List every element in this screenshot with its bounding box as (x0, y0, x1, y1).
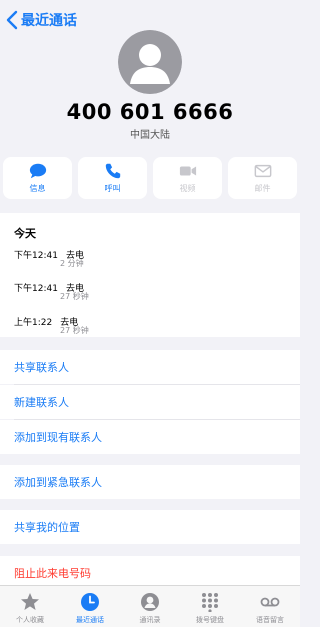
person-placeholder-icon (118, 30, 182, 94)
call-duration: 2 分钟 (60, 259, 84, 268)
back-label: 最近通话 (21, 13, 77, 29)
call-entry: 上午1:22 去电 27 秒钟 (14, 310, 89, 335)
tab-label: 语音留言 (256, 616, 284, 624)
call-time: 下午12:41 (14, 251, 58, 261)
tab-recents[interactable]: 最近通话 (60, 586, 120, 627)
call-history-card: 今天 下午12:41 去电 2 分钟 下午12:41 去电 27 秒钟 上午1:22… (0, 213, 300, 337)
contact-detail-screen: 最近通话 400 601 6666 中国大陆 信息 呼叫 视频 邮件 今天 下午… (0, 0, 300, 627)
keypad-icon (202, 593, 218, 612)
tab-bar: 个人收藏 最近通话 通讯录 拨号键盘 语音留言 (0, 585, 300, 627)
chevron-left-icon (6, 10, 18, 30)
message-label: 信息 (29, 184, 46, 193)
mail-button[interactable]: 邮件 (228, 157, 297, 199)
phone-number: 400 601 6666 (66, 100, 234, 124)
video-label: 视频 (179, 184, 196, 193)
video-button[interactable]: 视频 (153, 157, 222, 199)
message-icon (29, 163, 46, 179)
person-icon (141, 593, 159, 611)
call-duration: 27 秒钟 (60, 292, 89, 301)
call-entry: 下午12:41 去电 2 分钟 (14, 243, 84, 268)
call-entry: 下午12:41 去电 27 秒钟 (14, 276, 89, 301)
clock-icon (81, 593, 99, 611)
call-duration: 27 秒钟 (60, 326, 89, 335)
voicemail-icon (260, 597, 280, 607)
mail-icon (254, 164, 271, 178)
tab-label: 通讯录 (139, 616, 161, 624)
call-label: 呼叫 (104, 184, 121, 193)
add-to-emergency-contact-row[interactable]: 添加到紧急联系人 (0, 465, 300, 499)
tab-contacts[interactable]: 通讯录 (120, 586, 180, 627)
call-time: 上午1:22 (14, 318, 53, 328)
phone-icon (105, 163, 120, 179)
back-button[interactable]: 最近通话 (6, 10, 77, 30)
add-to-existing-contact-row[interactable]: 添加到现有联系人 (0, 420, 300, 454)
region-label: 中国大陆 (130, 130, 170, 141)
new-contact-row[interactable]: 新建联系人 (0, 385, 300, 419)
star-icon (21, 593, 39, 610)
message-button[interactable]: 信息 (3, 157, 72, 199)
share-contact-row[interactable]: 共享联系人 (0, 350, 300, 384)
tab-favorites[interactable]: 个人收藏 (0, 586, 60, 627)
call-time: 下午12:41 (14, 284, 58, 294)
history-date-title: 今天 (14, 227, 36, 240)
tab-label: 个人收藏 (16, 616, 44, 624)
video-icon (179, 166, 196, 176)
tab-voicemail[interactable]: 语音留言 (240, 586, 300, 627)
mail-label: 邮件 (254, 184, 271, 193)
tab-label: 拨号键盘 (196, 616, 224, 624)
call-button[interactable]: 呼叫 (78, 157, 147, 199)
tab-keypad[interactable]: 拨号键盘 (180, 586, 240, 627)
share-location-row[interactable]: 共享我的位置 (0, 510, 300, 544)
tab-label: 最近通话 (76, 616, 104, 624)
avatar (118, 30, 182, 94)
action-buttons: 信息 呼叫 视频 邮件 (0, 157, 300, 199)
